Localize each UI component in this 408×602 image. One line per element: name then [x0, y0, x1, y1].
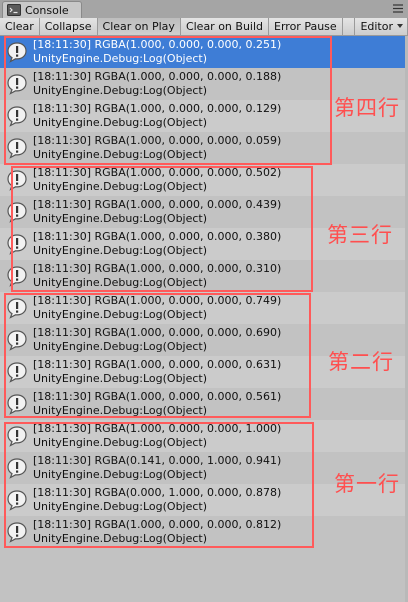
log-entry-row[interactable]: [18:11:30] RGBA(1.000, 0.000, 0.000, 0.7… [0, 292, 408, 324]
log-entry-row[interactable]: [18:11:30] RGBA(1.000, 0.000, 0.000, 0.2… [0, 36, 408, 68]
log-message-line: [18:11:30] RGBA(1.000, 0.000, 0.000, 0.6… [33, 358, 282, 371]
annotation-label-3: 第二行 [328, 350, 394, 374]
log-message-line: [18:11:30] RGBA(0.141, 0.000, 1.000, 0.9… [33, 454, 282, 467]
log-source-line: UnityEngine.Debug:Log(Object) [33, 244, 208, 257]
info-speech-bubble-icon [7, 170, 27, 191]
log-source-line: UnityEngine.Debug:Log(Object) [33, 436, 208, 449]
log-message-line: [18:11:30] RGBA(1.000, 0.000, 0.000, 0.8… [33, 518, 282, 531]
log-message-line: [18:11:30] RGBA(1.000, 0.000, 0.000, 0.2… [33, 38, 282, 51]
log-source-line: UnityEngine.Debug:Log(Object) [33, 308, 208, 321]
info-speech-bubble-icon [7, 42, 27, 63]
tab-console[interactable]: Console [2, 1, 82, 18]
info-speech-bubble-icon [7, 266, 27, 287]
info-speech-bubble-icon [7, 234, 27, 255]
info-speech-bubble-icon [7, 106, 27, 127]
editor-dropdown[interactable]: Editor [354, 18, 408, 35]
log-entry-text: [18:11:30] RGBA(1.000, 0.000, 0.000, 0.1… [33, 70, 281, 98]
log-message-line: [18:11:30] RGBA(1.000, 0.000, 0.000, 0.6… [33, 326, 282, 339]
log-source-line: UnityEngine.Debug:Log(Object) [33, 372, 208, 385]
log-entry-text: [18:11:30] RGBA(1.000, 0.000, 0.000, 0.3… [33, 230, 281, 258]
log-entry-text: [18:11:30] RGBA(1.000, 0.000, 0.000, 0.6… [33, 358, 281, 386]
tab-bar: Console [0, 0, 408, 19]
log-entry-text: [18:11:30] RGBA(1.000, 0.000, 0.000, 0.8… [33, 518, 281, 546]
log-message-line: [18:11:30] RGBA(1.000, 0.000, 0.000, 0.3… [33, 262, 282, 275]
log-source-line: UnityEngine.Debug:Log(Object) [33, 148, 208, 161]
info-speech-bubble-icon [7, 362, 27, 383]
log-source-line: UnityEngine.Debug:Log(Object) [33, 276, 208, 289]
log-entry-row[interactable]: [18:11:30] RGBA(1.000, 0.000, 0.000, 0.5… [0, 164, 408, 196]
clear-on-play-button[interactable]: Clear on Play [97, 18, 181, 35]
console-window: Console Clear Collapse Clear on Play Cle… [0, 0, 408, 602]
log-entry-text: [18:11:30] RGBA(1.000, 0.000, 0.000, 0.1… [33, 102, 281, 130]
log-message-line: [18:11:30] RGBA(1.000, 0.000, 0.000, 0.0… [33, 134, 282, 147]
log-entry-text: [18:11:30] RGBA(1.000, 0.000, 0.000, 0.0… [33, 134, 281, 162]
info-speech-bubble-icon [7, 394, 27, 415]
collapse-button[interactable]: Collapse [40, 18, 98, 35]
log-entry-text: [18:11:30] RGBA(1.000, 0.000, 0.000, 0.5… [33, 166, 281, 194]
log-entry-text: [18:11:30] RGBA(1.000, 0.000, 0.000, 1.0… [33, 422, 281, 450]
log-source-line: UnityEngine.Debug:Log(Object) [33, 404, 208, 417]
log-entry-text: [18:11:30] RGBA(0.000, 1.000, 0.000, 0.8… [33, 486, 281, 514]
log-source-line: UnityEngine.Debug:Log(Object) [33, 180, 208, 193]
console-toolbar: Clear Collapse Clear on Play Clear on Bu… [0, 18, 408, 36]
log-entry-text: [18:11:30] RGBA(1.000, 0.000, 0.000, 0.3… [33, 262, 281, 290]
log-source-line: UnityEngine.Debug:Log(Object) [33, 116, 208, 129]
info-speech-bubble-icon [7, 74, 27, 95]
log-source-line: UnityEngine.Debug:Log(Object) [33, 52, 208, 65]
log-message-line: [18:11:30] RGBA(1.000, 0.000, 0.000, 0.5… [33, 390, 282, 403]
log-entry-row[interactable]: [18:11:30] RGBA(1.000, 0.000, 0.000, 0.0… [0, 132, 408, 164]
log-entry-text: [18:11:30] RGBA(1.000, 0.000, 0.000, 0.4… [33, 198, 281, 226]
tab-label: Console [25, 3, 69, 17]
log-entry-row[interactable]: [18:11:30] RGBA(1.000, 0.000, 0.000, 0.8… [0, 516, 408, 548]
log-entry-row[interactable]: [18:11:30] RGBA(1.000, 0.000, 0.000, 0.3… [0, 260, 408, 292]
log-message-line: [18:11:30] RGBA(1.000, 0.000, 0.000, 0.5… [33, 166, 282, 179]
log-message-line: [18:11:30] RGBA(1.000, 0.000, 0.000, 0.1… [33, 102, 282, 115]
log-source-line: UnityEngine.Debug:Log(Object) [33, 212, 208, 225]
clear-on-build-button[interactable]: Clear on Build [181, 18, 270, 35]
log-entry-text: [18:11:30] RGBA(1.000, 0.000, 0.000, 0.2… [33, 38, 281, 66]
menu-icon[interactable] [392, 3, 404, 14]
log-entry-text: [18:11:30] RGBA(1.000, 0.000, 0.000, 0.5… [33, 390, 281, 418]
log-entry-text: [18:11:30] RGBA(1.000, 0.000, 0.000, 0.6… [33, 326, 281, 354]
log-message-line: [18:11:30] RGBA(1.000, 0.000, 0.000, 1.0… [33, 422, 282, 435]
log-source-line: UnityEngine.Debug:Log(Object) [33, 468, 208, 481]
log-message-line: [18:11:30] RGBA(1.000, 0.000, 0.000, 0.7… [33, 294, 282, 307]
log-source-line: UnityEngine.Debug:Log(Object) [33, 84, 208, 97]
info-speech-bubble-icon [7, 298, 27, 319]
annotation-label-4: 第一行 [334, 472, 400, 496]
clear-button[interactable]: Clear [0, 18, 40, 35]
log-message-line: [18:11:30] RGBA(1.000, 0.000, 0.000, 0.4… [33, 198, 282, 211]
console-icon [7, 4, 21, 16]
info-speech-bubble-icon [7, 330, 27, 351]
info-speech-bubble-icon [7, 522, 27, 543]
info-speech-bubble-icon [7, 202, 27, 223]
log-message-line: [18:11:30] RGBA(1.000, 0.000, 0.000, 0.3… [33, 230, 282, 243]
log-source-line: UnityEngine.Debug:Log(Object) [33, 340, 208, 353]
log-entry-row[interactable]: [18:11:30] RGBA(1.000, 0.000, 0.000, 1.0… [0, 420, 408, 452]
annotation-label-2: 第三行 [327, 223, 393, 247]
log-entry-row[interactable]: [18:11:30] RGBA(1.000, 0.000, 0.000, 0.5… [0, 388, 408, 420]
annotation-label-1: 第四行 [334, 96, 400, 120]
log-message-line: [18:11:30] RGBA(0.000, 1.000, 0.000, 0.8… [33, 486, 282, 499]
log-source-line: UnityEngine.Debug:Log(Object) [33, 532, 208, 545]
log-message-line: [18:11:30] RGBA(1.000, 0.000, 0.000, 0.1… [33, 70, 282, 83]
log-entry-text: [18:11:30] RGBA(1.000, 0.000, 0.000, 0.7… [33, 294, 281, 322]
info-speech-bubble-icon [7, 138, 27, 159]
error-pause-button[interactable]: Error Pause [269, 18, 343, 35]
editor-dropdown-label: Editor [360, 20, 393, 33]
info-speech-bubble-icon [7, 426, 27, 447]
log-entry-text: [18:11:30] RGBA(0.141, 0.000, 1.000, 0.9… [33, 454, 281, 482]
log-source-line: UnityEngine.Debug:Log(Object) [33, 500, 208, 513]
info-speech-bubble-icon [7, 490, 27, 511]
info-speech-bubble-icon [7, 458, 27, 479]
chevron-down-icon [397, 24, 403, 28]
